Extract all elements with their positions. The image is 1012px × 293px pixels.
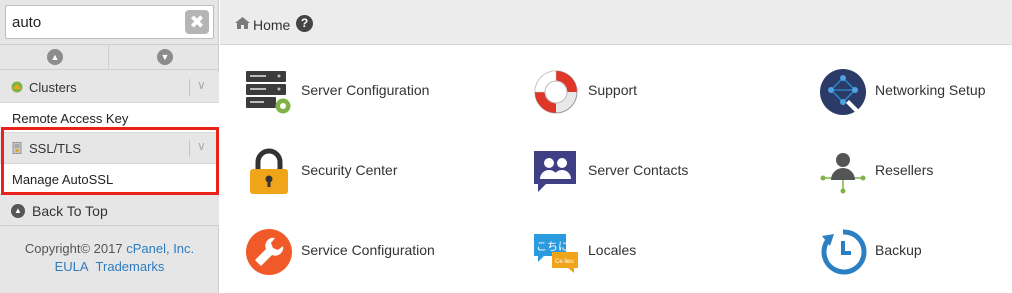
tile-label: Security Center xyxy=(301,162,398,178)
tile-label: Resellers xyxy=(875,162,934,178)
resellers-icon xyxy=(820,153,866,194)
nav-item-label: Remote Access Key xyxy=(12,111,129,126)
locales-icon-subtext: Ce lieu xyxy=(555,259,574,265)
lock-icon xyxy=(250,148,288,194)
group-header-clusters[interactable]: Clusters ∨ xyxy=(0,72,219,103)
clusters-icon xyxy=(11,81,23,93)
divider xyxy=(189,79,190,96)
chevron-down-icon[interactable]: ∨ xyxy=(197,78,206,92)
back-to-top-button[interactable]: ▲ Back To Top xyxy=(0,196,219,226)
home-link[interactable]: Home xyxy=(253,17,290,33)
network-icon xyxy=(820,69,866,115)
locales-icon: こちに Ce lieu xyxy=(534,234,578,273)
server-config-icon xyxy=(246,71,291,114)
arrow-up-circle-icon: ▲ xyxy=(11,204,25,218)
tile-label: Service Configuration xyxy=(301,242,435,258)
tile-label: Backup xyxy=(875,242,922,258)
highlight-box xyxy=(1,127,219,195)
tile-label: Server Configuration xyxy=(301,82,430,98)
locales-icon-text: こちに xyxy=(536,240,569,253)
search-input[interactable] xyxy=(12,6,182,38)
wrench-icon xyxy=(246,229,292,275)
collapse-all-button[interactable]: ▲ xyxy=(0,45,109,69)
copyright-line: Copyright© 2017 cPanel, Inc. xyxy=(0,240,219,258)
lifebuoy-icon xyxy=(534,70,578,114)
backup-icon xyxy=(821,229,867,275)
breadcrumb-bar: Home ? xyxy=(220,0,1012,45)
contacts-icon xyxy=(534,151,576,192)
arrow-down-icon: ▼ xyxy=(157,49,173,65)
tile-label: Support xyxy=(588,82,638,98)
copyright-text: Copyright© 2017 xyxy=(24,241,123,256)
eula-link[interactable]: EULA xyxy=(55,259,89,274)
tile-label: Networking Setup xyxy=(875,82,986,98)
expand-all-button[interactable]: ▼ xyxy=(110,45,219,69)
back-to-top-label: Back To Top xyxy=(32,203,108,219)
trademarks-link[interactable]: Trademarks xyxy=(96,259,165,274)
group-label: Clusters xyxy=(29,80,77,95)
legal-links: EULA Trademarks xyxy=(0,258,219,276)
footer: Copyright© 2017 cPanel, Inc. EULA Tradem… xyxy=(0,240,219,276)
arrow-up-icon: ▲ xyxy=(47,49,63,65)
cpanel-link[interactable]: cPanel, Inc. xyxy=(126,241,194,256)
collapse-expand-bar: ▲ ▼ xyxy=(0,44,219,70)
sidebar: ✖ ▲ ▼ Clusters ∨ Remote Access Key xyxy=(0,0,219,293)
tile-label: Locales xyxy=(588,242,637,258)
home-icon xyxy=(235,17,250,29)
search-box: ✖ xyxy=(5,5,214,39)
help-icon[interactable]: ? xyxy=(296,15,313,32)
tile-label: Server Contacts xyxy=(588,162,689,178)
clear-search-button[interactable]: ✖ xyxy=(185,10,209,34)
